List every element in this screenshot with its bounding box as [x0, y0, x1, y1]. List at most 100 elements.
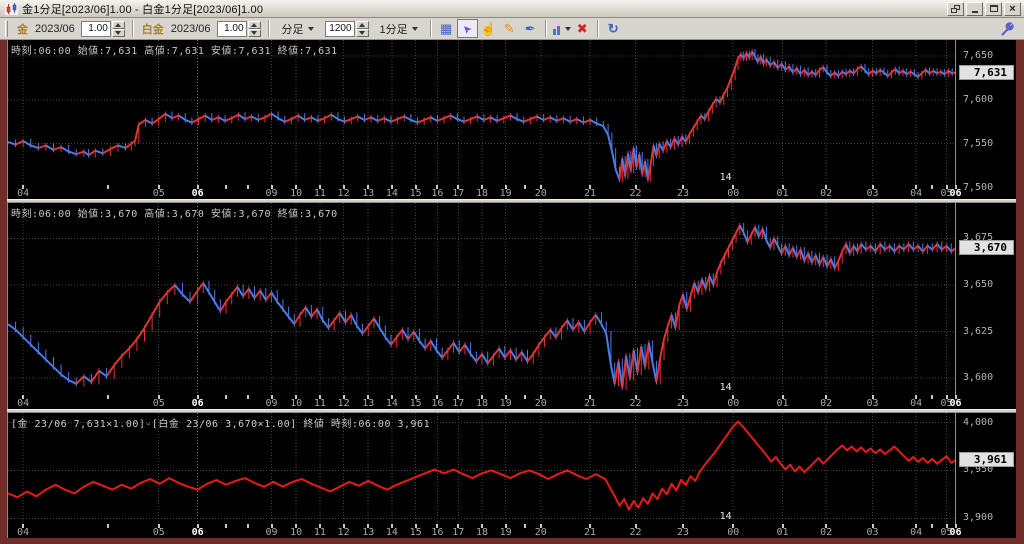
- x-axis-label: 16: [431, 188, 444, 199]
- toolbar-separator: [544, 20, 547, 37]
- x-axis-label: 21: [584, 398, 597, 409]
- x-axis-label: 23: [676, 527, 689, 538]
- x-axis-tick: [246, 185, 249, 189]
- spin-up-icon[interactable]: [111, 20, 125, 29]
- cursor-tool-button[interactable]: ➤: [456, 19, 478, 38]
- delete-drawing-icon: ✖: [576, 21, 588, 36]
- x-axis-label: 14: [385, 188, 398, 199]
- chevron-down-icon: [411, 26, 418, 34]
- gold-ratio-value: 1.00: [80, 20, 111, 37]
- x-axis-label: 04: [910, 188, 923, 199]
- delete-drawing-button[interactable]: ✖: [572, 19, 593, 38]
- x-axis-tick: [931, 185, 934, 189]
- title-bar[interactable]: 金1分足[2023/06]1.00 - 白金1分足[2023/06]1.00 ×: [0, 0, 1024, 18]
- bar-count-value: 1200: [324, 20, 355, 37]
- x-axis-label: 22: [629, 188, 642, 199]
- x-axis-label: 09: [265, 188, 278, 199]
- float-window-button[interactable]: [947, 1, 964, 16]
- y-axis-label: 7,550: [963, 137, 994, 149]
- spin-down-icon[interactable]: [247, 28, 261, 37]
- x-axis-label: 01: [776, 188, 789, 199]
- interval-dropdown[interactable]: 1分足: [374, 20, 424, 38]
- spread-chart-panel: 4,000 3,950 3,900 04 05 06 09 10 11 12 13 14 15 16 17…: [7, 413, 1016, 538]
- platinum-ratio-spin-buttons[interactable]: [247, 20, 261, 37]
- x-axis-label: 06: [191, 398, 204, 409]
- x-axis-label: 04: [910, 398, 923, 409]
- x-axis-label: 22: [629, 398, 642, 409]
- spread-price-axis[interactable]: 4,000 3,950 3,900: [955, 413, 1016, 538]
- x-axis-label: 04: [17, 527, 30, 538]
- bar-type-dropdown[interactable]: 分足: [276, 20, 320, 38]
- close-button[interactable]: ×: [1004, 1, 1021, 16]
- platinum-time-axis[interactable]: 04 05 06 09 10 11 12 13 14 15 16 17 18 19 20 21 22 23 00 01…: [8, 395, 962, 409]
- x-axis-tick: [246, 395, 249, 399]
- x-axis-label: 06: [191, 527, 204, 538]
- x-axis-label: 19: [499, 398, 512, 409]
- settings-wrench-icon[interactable]: [1000, 21, 1014, 36]
- chart-select-tool-button[interactable]: ▦: [436, 19, 457, 38]
- minimize-button[interactable]: [966, 1, 983, 16]
- spin-down-icon[interactable]: [111, 28, 125, 37]
- platinum-chart-panel: 3,675 3,650 3,625 3,600 04 05 06 09 10 11 12 13 14 1…: [7, 203, 1016, 409]
- pen-draw-tool-button[interactable]: ✒: [520, 19, 541, 38]
- platinum-ratio-value: 1.00: [216, 20, 247, 37]
- x-axis-label: 11: [313, 188, 326, 199]
- toolbar: 金 2023/06 1.00 白金 2023/06 1.00 分足 1200 1…: [0, 18, 1024, 40]
- candlestick-series: [8, 222, 956, 391]
- x-axis-label: 20: [534, 398, 547, 409]
- bar-count-spin-buttons[interactable]: [355, 20, 369, 37]
- gold-time-axis[interactable]: 04 05 06 09 10 11 12 13 14 15 16 17 18 19 20 21 22 23 00 01…: [8, 185, 962, 199]
- platinum-ratio-spinner[interactable]: 1.00: [216, 20, 261, 37]
- x-axis-tick: [225, 395, 228, 399]
- x-axis-label: 02: [820, 188, 833, 199]
- chevron-down-icon: [307, 26, 314, 34]
- x-axis-tick: [106, 524, 109, 528]
- x-axis-label: 04: [17, 398, 30, 409]
- x-axis-label: 05: [152, 188, 165, 199]
- platinum-price-axis[interactable]: 3,675 3,650 3,625 3,600: [955, 203, 1016, 409]
- refresh-icon: ↻: [607, 21, 619, 36]
- bar-type-label: 分足: [281, 23, 304, 36]
- x-axis-label: 20: [534, 188, 547, 199]
- platinum-current-price-tag: 3,670: [959, 239, 1014, 255]
- chart-region: 7,650 7,600 7,550 7,500 04 05 06 09 10 11 12 13 14 1…: [7, 40, 1016, 538]
- x-axis-label: 10: [290, 527, 303, 538]
- spin-up-icon[interactable]: [247, 20, 261, 29]
- bar-count-spinner[interactable]: 1200: [324, 20, 369, 37]
- x-axis-label: 01: [776, 398, 789, 409]
- x-axis-label: 00: [727, 527, 740, 538]
- x-axis-label: 06: [191, 188, 204, 199]
- gold-ratio-spinner[interactable]: 1.00: [80, 20, 125, 37]
- x-axis-label: 09: [265, 398, 278, 409]
- x-axis-label: 19: [499, 527, 512, 538]
- platinum-chart-plot[interactable]: [8, 203, 956, 395]
- x-axis-label: 22: [629, 527, 642, 538]
- gold-chart-panel: 7,650 7,600 7,550 7,500 04 05 06 09 10 11 12 13 14 1…: [7, 40, 1016, 199]
- gold-chart-plot[interactable]: [8, 40, 956, 185]
- pencil-draw-tool-button[interactable]: ✎: [499, 19, 520, 38]
- spread-info-text: [金 23/06 7,631×1.00]-[白金 23/06 3,670×1.0…: [11, 419, 431, 430]
- maximize-button[interactable]: [985, 1, 1002, 16]
- x-axis-tick: [931, 524, 934, 528]
- y-axis-label: 7,500: [963, 181, 994, 193]
- spin-up-icon[interactable]: [355, 20, 369, 29]
- gold-ratio-spin-buttons[interactable]: [111, 20, 125, 37]
- x-axis-tick: [246, 524, 249, 528]
- x-axis-tick: [225, 524, 228, 528]
- x-axis-label: 02: [820, 527, 833, 538]
- x-axis-label: 18: [475, 188, 489, 199]
- chart-style-button[interactable]: [551, 19, 572, 38]
- spread-time-axis[interactable]: 04 05 06 09 10 11 12 13 14 15 16 17 18 19 20 21 22 23 00 01…: [8, 524, 962, 538]
- toolbar-grip[interactable]: [5, 20, 8, 37]
- y-axis-label: 3,600: [963, 372, 994, 384]
- x-axis-label: 18: [475, 527, 489, 538]
- x-axis-label: 04: [17, 188, 30, 199]
- pan-hand-tool-button[interactable]: ☝: [478, 19, 499, 38]
- spread-current-price-tag: 3,961: [959, 451, 1014, 467]
- pencil-draw-tool-icon: ✎: [503, 21, 515, 36]
- refresh-button[interactable]: ↻: [603, 19, 624, 38]
- spin-down-icon[interactable]: [355, 28, 369, 37]
- spread-date-label: 14: [719, 511, 732, 522]
- x-axis-label: 05: [152, 527, 165, 538]
- x-axis-label: 06: [949, 527, 962, 538]
